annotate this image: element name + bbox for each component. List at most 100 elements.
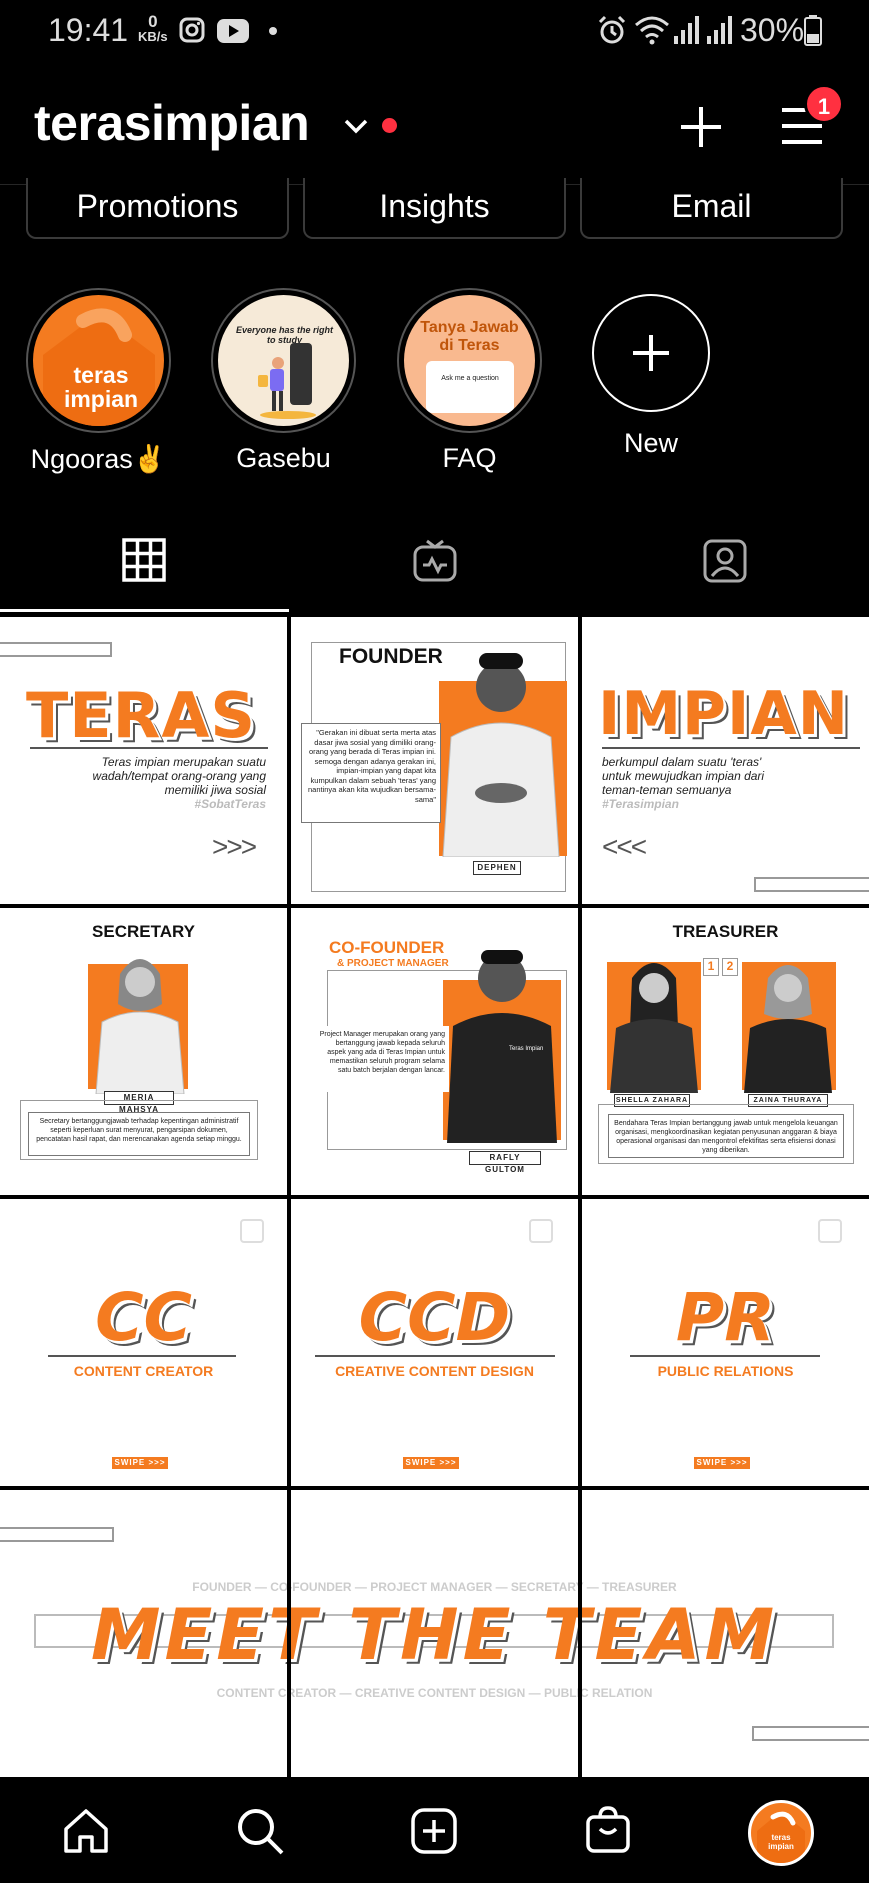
post-title: CCD xyxy=(358,1279,511,1356)
post-subtitle: CONTENT CREATOR xyxy=(73,1363,214,1379)
alarm-icon xyxy=(598,15,626,44)
person-photo-icon: Teras Impian xyxy=(447,950,557,1143)
post-treasurer[interactable]: TREASURER 1 2 SHELLA ZAHARA ZAINA THURAY… xyxy=(582,908,869,1195)
founder-quote: "Gerakan ini dibuat serta merta atas das… xyxy=(301,723,441,823)
swipe-arrows: <<< xyxy=(602,831,647,862)
person-photo-icon xyxy=(442,653,560,857)
youtube-icon xyxy=(217,19,249,43)
speed-value: 0 xyxy=(148,12,158,31)
post-pr[interactable]: PR PUBLIC RELATIONS SWIPE >>> xyxy=(582,1199,869,1486)
highlight-cover: Everyone has the right to study xyxy=(218,295,349,426)
post-cc[interactable]: CC CONTENT CREATOR SWIPE >>> xyxy=(0,1199,287,1486)
post-ccd[interactable]: CCD CREATIVE CONTENT DESIGN SWIPE >>> xyxy=(291,1199,578,1486)
network-speed: 0 KB/s xyxy=(138,12,168,44)
highlight-faq[interactable]: Tanya Jawab di Teras Ask me a question F… xyxy=(397,288,542,474)
profile-avatar[interactable]: teras impian xyxy=(748,1800,814,1866)
role-description: Bendahara Teras Impian bertanggung jawab… xyxy=(608,1114,844,1158)
post-secretary[interactable]: SECRETARY MERIA MAHSYA Secretary bertang… xyxy=(0,908,287,1195)
post-title: MEET THE TEAM xyxy=(90,1594,779,1676)
highlight-ring: Tanya Jawab di Teras Ask me a question xyxy=(397,288,542,433)
post-founder[interactable]: FOUNDER "Gerakan ini dibuat serta merta … xyxy=(291,617,578,904)
post-title: IMPIAN xyxy=(598,679,849,749)
new-activity-dot xyxy=(382,118,397,133)
carousel-icon xyxy=(529,1219,553,1243)
highlight-ring: Everyone has the right to study xyxy=(211,288,356,433)
post-title: PR xyxy=(675,1279,776,1356)
status-time: 19:41 xyxy=(48,12,129,48)
highlight-label: Ngooras✌ xyxy=(30,444,167,474)
new-highlight-button[interactable] xyxy=(592,294,710,412)
name-tag: DEPHEN xyxy=(473,861,521,875)
post-meet-the-team[interactable]: FOUNDER — CO-FOUNDER — PROJECT MANAGER —… xyxy=(0,1490,869,1777)
post-title: TREASURER xyxy=(672,922,779,941)
post-hashtag: #SobatTeras xyxy=(194,797,266,811)
post-cofounder[interactable]: CO-FOUNDER & PROJECT MANAGER Teras Impia… xyxy=(291,908,578,1195)
post-description: Teras impian merupakan suatu wadah/tempa… xyxy=(92,755,266,797)
grid-separator xyxy=(578,1490,582,1777)
highlight-ngooras[interactable]: teras impian Ngooras✌ xyxy=(26,288,171,475)
profile-tabs xyxy=(0,515,869,611)
decor-frame xyxy=(754,877,869,892)
email-button[interactable]: Email xyxy=(580,178,843,239)
carousel-icon xyxy=(240,1219,264,1243)
active-tab-indicator xyxy=(0,609,289,612)
post-hashtag: #Terasimpian xyxy=(602,797,679,811)
role-description: Secretary bertanggungjawab terhadap kepe… xyxy=(28,1112,250,1156)
number-badge: 1 xyxy=(703,958,719,976)
insights-button[interactable]: Insights xyxy=(303,178,566,239)
post-title: SECRETARY xyxy=(92,922,195,941)
question-sticker-text: Ask me a question xyxy=(441,375,499,382)
dot-icon xyxy=(269,27,277,35)
post-title: CO-FOUNDER xyxy=(329,938,445,957)
title-underline xyxy=(30,747,268,749)
grid-icon[interactable] xyxy=(122,538,166,582)
decor-frame xyxy=(0,642,112,657)
new-highlight-label: New xyxy=(623,428,678,458)
highlight-gasebu[interactable]: Everyone has the right to study Gasebu xyxy=(211,288,356,474)
highlight-cover: teras impian xyxy=(33,295,164,426)
profile-header: terasimpian xyxy=(0,64,869,184)
post-subtitle: PUBLIC RELATIONS xyxy=(657,1363,794,1379)
swipe-label: SWIPE >>> xyxy=(694,1457,750,1469)
create-plus-icon[interactable] xyxy=(678,104,724,150)
title-underline xyxy=(630,1355,820,1357)
svg-text:Teras Impian: Teras Impian xyxy=(509,1046,543,1052)
search-icon[interactable] xyxy=(236,1807,284,1855)
account-switcher[interactable]: terasimpian xyxy=(34,94,310,152)
highlight-ring: teras impian xyxy=(26,288,171,433)
team-roles-top: FOUNDER — CO-FOUNDER — PROJECT MANAGER —… xyxy=(192,1580,677,1594)
post-impian[interactable]: IMPIAN berkumpul dalam suatu 'teras' unt… xyxy=(582,617,869,904)
home-icon[interactable] xyxy=(62,1807,110,1855)
person-photo-icon xyxy=(610,963,698,1093)
title-underline xyxy=(315,1355,555,1357)
promotions-button[interactable]: Promotions xyxy=(26,178,289,239)
title-underline xyxy=(602,747,860,749)
new-post-icon[interactable] xyxy=(410,1807,458,1855)
question-sticker: Ask me a question xyxy=(426,361,514,413)
swipe-label: SWIPE >>> xyxy=(112,1457,168,1469)
highlight-cover-text: teras impian xyxy=(63,362,139,412)
number-badge: 2 xyxy=(722,958,738,976)
swipe-arrows: >>> xyxy=(212,831,257,862)
avatar-text: teras impian xyxy=(768,1833,794,1851)
signal-icon-2 xyxy=(707,16,732,44)
person-photo-icon xyxy=(95,959,185,1094)
plus-icon xyxy=(633,335,669,371)
chevron-down-icon[interactable] xyxy=(342,116,370,136)
instagram-icon xyxy=(179,17,205,43)
battery-icon xyxy=(804,15,822,46)
carousel-icon xyxy=(818,1219,842,1243)
status-bar: 19:41 0 KB/s 30% xyxy=(0,0,869,64)
wifi-icon xyxy=(635,16,669,45)
post-description: berkumpul dalam suatu 'teras' untuk mewu… xyxy=(602,755,765,797)
highlight-label: Gasebu xyxy=(236,443,331,473)
decor-frame xyxy=(752,1726,869,1741)
tagged-icon[interactable] xyxy=(702,538,748,584)
signal-icon-1 xyxy=(674,16,699,44)
decor-frame xyxy=(0,1527,114,1542)
highlight-cover: Tanya Jawab di Teras Ask me a question xyxy=(404,295,535,426)
igtv-icon[interactable] xyxy=(412,539,458,583)
post-teras[interactable]: TERAS Teras impian merupakan suatu wadah… xyxy=(0,617,287,904)
shop-icon[interactable] xyxy=(584,1805,632,1855)
role-description: Project Manager merupakan orang yang ber… xyxy=(313,1026,449,1092)
